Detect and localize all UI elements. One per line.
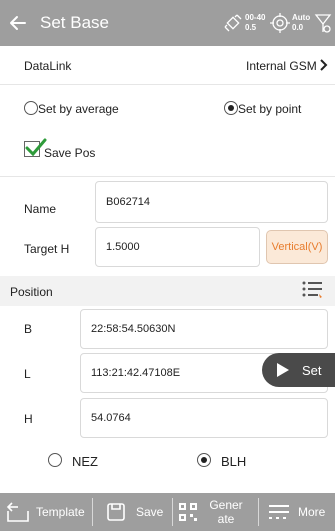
- nez-label[interactable]: NEZ: [72, 454, 98, 469]
- set-by-point-label[interactable]: Set by point: [238, 102, 301, 116]
- template-icon: [6, 502, 29, 522]
- radio-nez[interactable]: [48, 453, 62, 467]
- template-button[interactable]: Template: [6, 493, 85, 531]
- divider: [0, 176, 335, 177]
- toolbar-divider: [172, 498, 173, 526]
- set-by-average-label[interactable]: Set by average: [38, 102, 119, 116]
- set-button[interactable]: Set: [262, 353, 335, 387]
- toolbar-divider: [258, 498, 259, 526]
- radio-set-by-point[interactable]: [224, 101, 238, 115]
- name-label: Name: [24, 202, 57, 216]
- more-button[interactable]: More: [268, 493, 325, 531]
- radio-blh[interactable]: [197, 453, 211, 467]
- antenna-icon: [314, 14, 332, 33]
- datalink-value[interactable]: Internal GSM: [246, 59, 317, 73]
- antenna-status[interactable]: [313, 7, 333, 39]
- position-label: Position: [10, 285, 53, 299]
- page-title: Set Base: [40, 13, 109, 32]
- top-bar: Set Base 00-40 0.5 Auto 0.0: [0, 0, 335, 46]
- save-pos-checkbox[interactable]: [24, 138, 47, 157]
- back-arrow-icon[interactable]: [4, 9, 32, 37]
- datalink-label: DataLink: [24, 59, 72, 73]
- save-icon: [107, 503, 125, 521]
- save-button[interactable]: Save: [106, 493, 163, 531]
- target-h-input[interactable]: 1.5000: [95, 227, 260, 267]
- generate-button[interactable]: Generate: [178, 493, 246, 531]
- list-options-icon[interactable]: [301, 279, 325, 308]
- save-pos-label[interactable]: Save Pos: [44, 146, 95, 160]
- bottom-toolbar: Template Save Generate More: [0, 493, 335, 531]
- set-button-label: Set: [302, 362, 322, 378]
- h-input[interactable]: 54.0764: [80, 398, 328, 438]
- h-label: H: [24, 412, 33, 426]
- toolbar-divider: [92, 498, 93, 526]
- blh-label[interactable]: BLH: [221, 454, 246, 469]
- qr-code-icon: [179, 503, 197, 521]
- radio-set-by-average[interactable]: [24, 101, 38, 115]
- satellite-status[interactable]: 00-40 0.5: [222, 7, 265, 39]
- target-icon: [270, 13, 290, 33]
- b-label: B: [24, 322, 33, 336]
- satellite-icon: [224, 14, 242, 32]
- target-h-label: Target H: [24, 242, 70, 256]
- vertical-button[interactable]: Vertical(V): [266, 230, 328, 264]
- chevron-right-icon[interactable]: [319, 58, 329, 77]
- position-status[interactable]: Auto 0.0: [269, 7, 310, 39]
- l-label: L: [24, 367, 31, 381]
- b-input[interactable]: 22:58:54.50630N: [80, 309, 328, 349]
- divider: [0, 84, 335, 85]
- more-menu-icon: [269, 505, 289, 519]
- play-icon: [277, 363, 289, 377]
- name-input[interactable]: B062714: [95, 181, 328, 223]
